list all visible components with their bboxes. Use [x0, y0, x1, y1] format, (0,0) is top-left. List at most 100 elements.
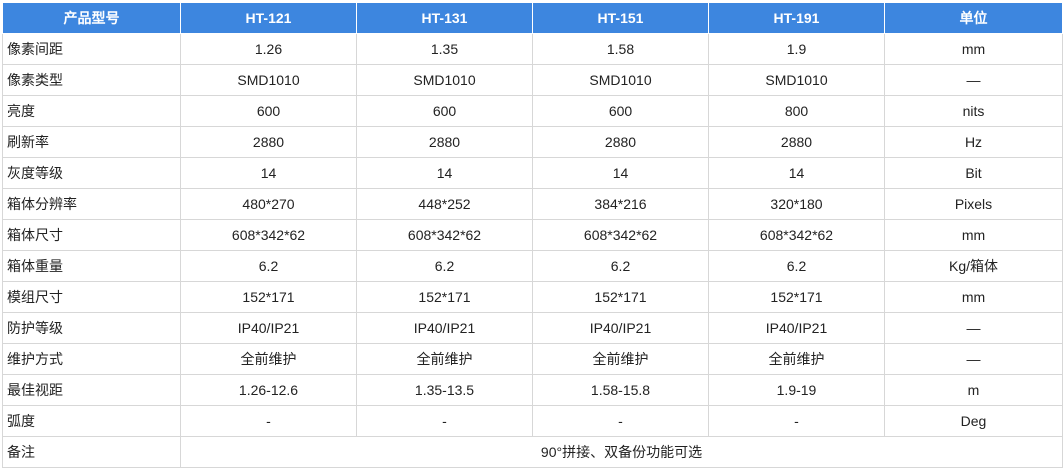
table-row: 防护等级 IP40/IP21 IP40/IP21 IP40/IP21 IP40/…: [2, 312, 1063, 344]
row-value: SMD1010: [708, 64, 885, 96]
row-value: 600: [532, 95, 709, 127]
row-unit: —: [884, 312, 1063, 344]
row-unit: Hz: [884, 126, 1063, 158]
row-value: -: [356, 405, 533, 437]
row-value: 320*180: [708, 188, 885, 220]
row-unit: —: [884, 343, 1063, 375]
table-row: 箱体分辨率 480*270 448*252 384*216 320*180 Pi…: [2, 188, 1063, 220]
row-value: 1.9-19: [708, 374, 885, 406]
row-value: 152*171: [532, 281, 709, 313]
row-unit: Bit: [884, 157, 1063, 189]
row-value: -: [532, 405, 709, 437]
row-value: IP40/IP21: [708, 312, 885, 344]
table-row: 弧度 - - - - Deg: [2, 405, 1063, 437]
table-row: 最佳视距 1.26-12.6 1.35-13.5 1.58-15.8 1.9-1…: [2, 374, 1063, 406]
row-value: 2880: [180, 126, 357, 158]
row-value: 全前维护: [708, 343, 885, 375]
row-label: 像素间距: [2, 33, 181, 65]
table-row: 维护方式 全前维护 全前维护 全前维护 全前维护 —: [2, 343, 1063, 375]
row-value: 6.2: [356, 250, 533, 282]
row-value: 14: [356, 157, 533, 189]
row-value: 152*171: [180, 281, 357, 313]
header-model-cell: HT-191: [708, 2, 885, 34]
row-unit: mm: [884, 219, 1063, 251]
row-value: 2880: [532, 126, 709, 158]
row-value: 384*216: [532, 188, 709, 220]
row-value: IP40/IP21: [532, 312, 709, 344]
row-value: 6.2: [180, 250, 357, 282]
table-row: 灰度等级 14 14 14 14 Bit: [2, 157, 1063, 189]
table-row: 亮度 600 600 600 800 nits: [2, 95, 1063, 127]
row-label: 箱体尺寸: [2, 219, 181, 251]
row-unit: nits: [884, 95, 1063, 127]
row-label: 模组尺寸: [2, 281, 181, 313]
table-row: 像素间距 1.26 1.35 1.58 1.9 mm: [2, 33, 1063, 65]
row-label: 像素类型: [2, 64, 181, 96]
header-row: 产品型号 HT-121 HT-131 HT-151 HT-191 单位: [2, 2, 1063, 34]
row-label: 箱体重量: [2, 250, 181, 282]
row-label: 维护方式: [2, 343, 181, 375]
row-value: 1.58: [532, 33, 709, 65]
header-model-cell: HT-121: [180, 2, 357, 34]
row-label: 弧度: [2, 405, 181, 437]
row-value: SMD1010: [532, 64, 709, 96]
row-value: 2880: [356, 126, 533, 158]
row-unit: —: [884, 64, 1063, 96]
row-value: 6.2: [532, 250, 709, 282]
row-value: 全前维护: [180, 343, 357, 375]
row-value: -: [708, 405, 885, 437]
row-value: IP40/IP21: [180, 312, 357, 344]
row-unit: mm: [884, 33, 1063, 65]
row-label: 灰度等级: [2, 157, 181, 189]
row-value: 2880: [708, 126, 885, 158]
row-value: 608*342*62: [708, 219, 885, 251]
header-unit-cell: 单位: [884, 2, 1063, 34]
row-label: 刷新率: [2, 126, 181, 158]
table-row: 箱体尺寸 608*342*62 608*342*62 608*342*62 60…: [2, 219, 1063, 251]
row-value: 800: [708, 95, 885, 127]
table-row: 像素类型 SMD1010 SMD1010 SMD1010 SMD1010 —: [2, 64, 1063, 96]
row-unit: Deg: [884, 405, 1063, 437]
row-unit: mm: [884, 281, 1063, 313]
row-value: 14: [708, 157, 885, 189]
row-value: 1.35: [356, 33, 533, 65]
row-label: 防护等级: [2, 312, 181, 344]
row-value: 14: [180, 157, 357, 189]
row-unit: Pixels: [884, 188, 1063, 220]
row-value: 1.58-15.8: [532, 374, 709, 406]
row-value: 全前维护: [356, 343, 533, 375]
row-value: 14: [532, 157, 709, 189]
row-value: IP40/IP21: [356, 312, 533, 344]
header-label-cell: 产品型号: [2, 2, 181, 34]
table-row: 箱体重量 6.2 6.2 6.2 6.2 Kg/箱体: [2, 250, 1063, 282]
row-value: 全前维护: [532, 343, 709, 375]
row-value: 608*342*62: [180, 219, 357, 251]
row-value: 152*171: [708, 281, 885, 313]
row-value: 480*270: [180, 188, 357, 220]
row-unit: Kg/箱体: [884, 250, 1063, 282]
row-value: SMD1010: [180, 64, 357, 96]
note-row: 备注 90°拼接、双备份功能可选: [2, 436, 1063, 468]
note-value: 90°拼接、双备份功能可选: [180, 436, 1063, 468]
row-value: 1.35-13.5: [356, 374, 533, 406]
row-value: 1.26-12.6: [180, 374, 357, 406]
row-value: 1.9: [708, 33, 885, 65]
row-label: 箱体分辨率: [2, 188, 181, 220]
row-value: 608*342*62: [356, 219, 533, 251]
note-label: 备注: [2, 436, 181, 468]
row-value: 600: [180, 95, 357, 127]
row-value: 6.2: [708, 250, 885, 282]
row-value: 1.26: [180, 33, 357, 65]
spec-table: 产品型号 HT-121 HT-131 HT-151 HT-191 单位 像素间距…: [2, 2, 1063, 468]
row-value: 608*342*62: [532, 219, 709, 251]
table-row: 刷新率 2880 2880 2880 2880 Hz: [2, 126, 1063, 158]
row-value: 448*252: [356, 188, 533, 220]
table-row: 模组尺寸 152*171 152*171 152*171 152*171 mm: [2, 281, 1063, 313]
row-value: 152*171: [356, 281, 533, 313]
row-value: -: [180, 405, 357, 437]
row-unit: m: [884, 374, 1063, 406]
header-model-cell: HT-151: [532, 2, 709, 34]
row-value: 600: [356, 95, 533, 127]
row-value: SMD1010: [356, 64, 533, 96]
row-label: 最佳视距: [2, 374, 181, 406]
